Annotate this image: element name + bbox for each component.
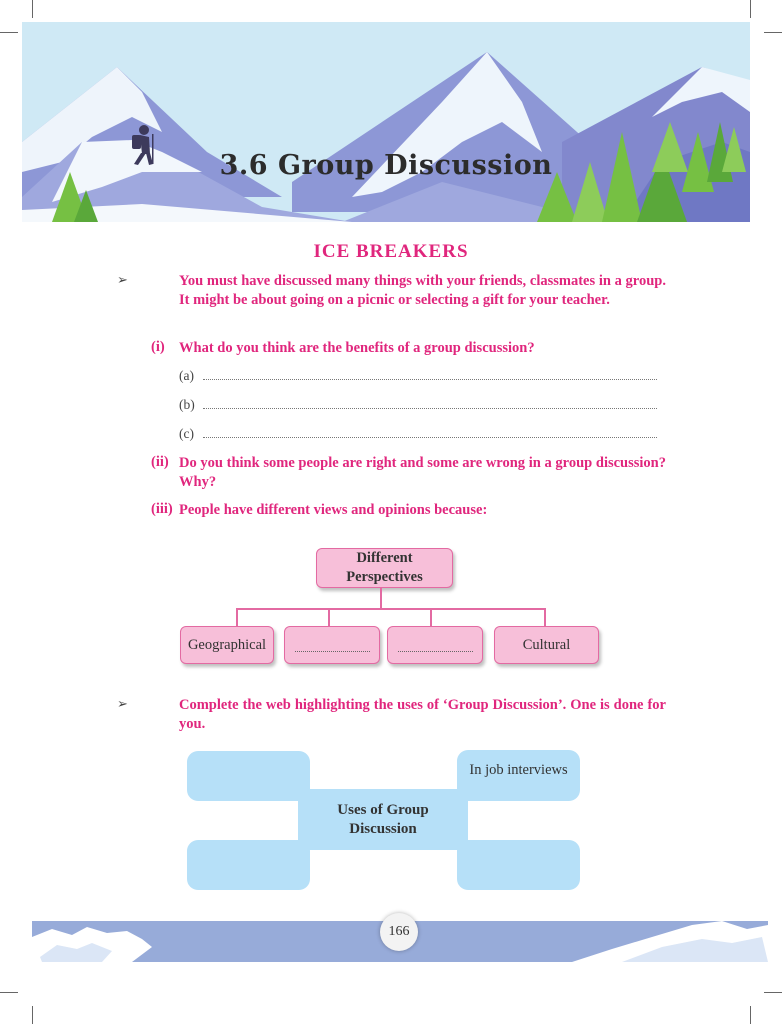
bullet-arrow-icon: ➢ (117, 273, 128, 288)
connector-line (380, 588, 382, 609)
crop-mark (750, 1006, 751, 1024)
header-banner: 3.6 Group Discussion (22, 22, 750, 222)
answer-label: (a) (179, 368, 194, 383)
blank-dotted-line (294, 650, 370, 652)
connector-line (544, 608, 546, 626)
perspectives-root-box: Different Perspectives (316, 548, 453, 588)
page-title: 3.6 Group Discussion (219, 150, 553, 181)
crop-mark (764, 32, 782, 33)
answer-line[interactable] (203, 408, 657, 409)
crop-mark (32, 0, 33, 18)
perspective-box-blank[interactable] (284, 626, 380, 664)
blank-dotted-line (397, 650, 473, 652)
section-heading: ICE BREAKERS (313, 241, 469, 262)
question-text: Do you think some people are right and s… (179, 455, 666, 490)
mountain-illustration (22, 22, 750, 222)
web-box-top-right: In job interviews (457, 750, 580, 801)
web-box-bottom-left[interactable] (187, 840, 310, 890)
web-task-instruction: Complete the web highlighting the uses o… (179, 697, 666, 732)
web-center-label: Uses of Group Discussion (337, 801, 429, 837)
question-number: (ii) (151, 454, 169, 470)
question-number: (i) (151, 339, 165, 355)
answer-line[interactable] (203, 437, 657, 438)
connector-line (236, 608, 238, 626)
crop-mark (750, 0, 751, 18)
answer-line[interactable] (203, 379, 657, 380)
perspective-label: Cultural (522, 636, 571, 653)
perspective-box-cultural: Cultural (494, 626, 599, 664)
page-number: 166 (380, 913, 418, 951)
perspective-box-blank[interactable] (387, 626, 483, 664)
web-box-bottom-right[interactable] (457, 840, 580, 890)
question-text: What do you think are the benefits of a … (179, 340, 535, 356)
question-text: People have different views and opinions… (179, 502, 488, 518)
web-box-label: In job interviews (469, 762, 568, 778)
bullet-arrow-icon: ➢ (117, 697, 128, 712)
crop-mark (0, 992, 18, 993)
answer-label: (c) (179, 426, 194, 441)
connector-line (236, 608, 545, 610)
web-center-box: Uses of Group Discussion (298, 789, 468, 850)
perspective-box-geographical: Geographical (180, 626, 274, 664)
web-box-top-left[interactable] (187, 751, 310, 801)
perspective-label: Geographical (187, 636, 267, 653)
question-number: (iii) (151, 501, 173, 517)
connector-line (430, 608, 432, 626)
perspectives-root-label: Different Perspectives (346, 550, 423, 585)
crop-mark (764, 992, 782, 993)
intro-paragraph: You must have discussed many things with… (179, 273, 666, 308)
answer-label: (b) (179, 397, 195, 412)
connector-line (328, 608, 330, 626)
crop-mark (32, 1006, 33, 1024)
crop-mark (0, 32, 18, 33)
